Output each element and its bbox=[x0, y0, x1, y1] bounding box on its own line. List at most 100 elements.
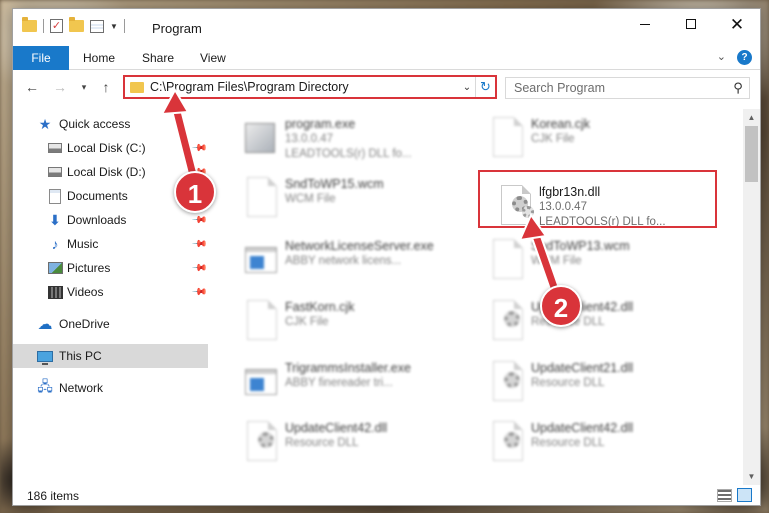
tab-file[interactable]: File bbox=[13, 46, 69, 70]
dll-gear-icon bbox=[241, 421, 277, 465]
file-name: Korean.cjk bbox=[531, 117, 591, 131]
videos-icon bbox=[47, 284, 63, 300]
tiles-view-icon[interactable] bbox=[737, 488, 752, 502]
file-description: LEADTOOLS(r) DLL fo... bbox=[285, 148, 412, 160]
tab-home[interactable]: Home bbox=[83, 46, 115, 70]
tab-share[interactable]: Share bbox=[142, 46, 174, 70]
sidebar-item-quick-access[interactable]: ★ Quick access bbox=[13, 112, 208, 136]
exe-icon bbox=[241, 117, 277, 161]
scrollbar-thumb[interactable] bbox=[745, 126, 758, 182]
scroll-down-arrow-icon[interactable]: ▼ bbox=[743, 468, 760, 485]
scroll-up-arrow-icon[interactable]: ▲ bbox=[743, 109, 760, 126]
file-item[interactable]: program.exe 13.0.0.47 LEADTOOLS(r) DLL f… bbox=[235, 113, 475, 171]
sidebar-item-label: OneDrive bbox=[59, 317, 110, 331]
pin-icon[interactable]: 📌 bbox=[191, 236, 208, 253]
pin-icon[interactable]: 📌 bbox=[191, 260, 208, 277]
pin-icon[interactable]: 📌 bbox=[191, 212, 208, 229]
sidebar-item-music[interactable]: ♪ Music 📌 bbox=[13, 232, 208, 256]
toolbar-divider bbox=[43, 19, 44, 33]
file-item[interactable]: UpdateClient42.dll Resource DLL bbox=[481, 417, 721, 471]
file-item[interactable]: Korean.cjk CJK File bbox=[481, 113, 721, 171]
close-button[interactable]: ✕ bbox=[714, 9, 760, 39]
back-arrow-icon[interactable]: ← bbox=[23, 77, 41, 97]
network-icon: 🖧 bbox=[37, 378, 53, 394]
address-dropdown-icon[interactable]: ⌄ bbox=[459, 82, 475, 93]
file-name: SndToWP13.wcm bbox=[531, 239, 630, 253]
application-icon bbox=[241, 239, 277, 283]
customize-toolbar-icon[interactable]: ▼ bbox=[110, 22, 118, 31]
title-bar: ✓ ▼ Program ✕ bbox=[13, 9, 760, 46]
address-path[interactable]: C:\Program Files\Program Directory bbox=[150, 80, 459, 94]
sidebar-item-downloads[interactable]: ⬇ Downloads 📌 bbox=[13, 208, 208, 232]
file-item[interactable]: UpdateClient42.dll Resource DLL bbox=[235, 417, 475, 471]
target-file-highlight bbox=[478, 170, 717, 228]
file-item[interactable]: SndToWP13.wcm WCM File bbox=[481, 235, 721, 293]
file-version: 13.0.0.47 bbox=[285, 133, 333, 145]
computer-icon bbox=[37, 348, 53, 365]
search-input[interactable]: Search Program bbox=[506, 81, 727, 95]
details-view-icon[interactable] bbox=[717, 489, 732, 502]
new-folder-icon[interactable] bbox=[69, 17, 84, 32]
recent-locations-chevron-icon[interactable]: ▾ bbox=[75, 77, 93, 97]
application-icon bbox=[241, 361, 277, 405]
file-item[interactable]: NetworkLicenseServer.exe ABBY network li… bbox=[235, 235, 475, 293]
download-icon: ⬇ bbox=[49, 211, 61, 228]
maximize-button[interactable] bbox=[668, 9, 714, 39]
file-name: SndToWP15.wcm bbox=[285, 177, 384, 191]
search-icon[interactable]: ⚲ bbox=[727, 80, 749, 96]
file-item[interactable]: UpdateClient21.dll Resource DLL bbox=[481, 357, 721, 415]
file-explorer-window: ✓ ▼ Program ✕ File Home Share View ⌄ ? ←… bbox=[12, 8, 761, 506]
address-bar[interactable]: C:\Program Files\Program Directory ⌄ ↻ bbox=[123, 75, 497, 99]
minimize-icon bbox=[640, 23, 650, 25]
properties-icon[interactable] bbox=[90, 19, 104, 33]
maximize-icon bbox=[686, 19, 696, 29]
up-arrow-icon[interactable]: ↑ bbox=[97, 77, 115, 97]
sidebar-item-network[interactable]: 🖧 Network bbox=[13, 376, 208, 400]
vertical-scrollbar[interactable]: ▲ ▼ bbox=[743, 109, 760, 485]
properties-check-icon[interactable]: ✓ bbox=[50, 19, 63, 33]
file-description: ABBY finereader tri... bbox=[285, 377, 393, 389]
file-type: Resource DLL bbox=[531, 377, 605, 389]
help-icon[interactable]: ? bbox=[737, 50, 752, 65]
pin-icon[interactable]: 📌 bbox=[191, 140, 208, 157]
file-item[interactable]: FastKorn.cjk CJK File bbox=[235, 296, 475, 354]
documents-icon bbox=[47, 188, 63, 204]
navigation-pane: ★ Quick access Local Disk (C:) 📌 Local D… bbox=[13, 109, 208, 455]
sidebar-item-local-disk-c[interactable]: Local Disk (C:) 📌 bbox=[13, 136, 208, 160]
sidebar-item-onedrive[interactable]: ☁ OneDrive bbox=[13, 312, 208, 336]
star-icon: ★ bbox=[38, 115, 52, 132]
file-item[interactable]: UpdateClient42.dll Resource DLL bbox=[481, 296, 721, 354]
refresh-icon[interactable]: ↻ bbox=[475, 77, 495, 97]
minimize-button[interactable] bbox=[622, 9, 668, 39]
sidebar-item-label: Local Disk (D:) bbox=[67, 165, 146, 179]
sidebar-item-this-pc[interactable]: This PC bbox=[13, 344, 208, 368]
ribbon-tabs: File Home Share View ⌄ ? bbox=[13, 46, 760, 70]
file-item[interactable]: SndToWP15.wcm WCM File bbox=[235, 173, 475, 231]
dll-gear-icon bbox=[487, 300, 523, 344]
cloud-icon: ☁ bbox=[37, 316, 53, 333]
search-box[interactable]: Search Program ⚲ bbox=[505, 77, 750, 99]
callout-step-1: 1 bbox=[174, 171, 216, 213]
file-list: program.exe 13.0.0.47 LEADTOOLS(r) DLL f… bbox=[209, 109, 742, 471]
sidebar-item-label: Local Disk (C:) bbox=[67, 141, 146, 155]
folder-icon bbox=[22, 17, 37, 32]
file-name: NetworkLicenseServer.exe bbox=[285, 239, 434, 253]
status-bar: 186 items bbox=[13, 485, 760, 507]
forward-arrow-icon[interactable]: → bbox=[51, 77, 69, 97]
item-count: 186 items bbox=[27, 489, 80, 503]
sidebar-item-videos[interactable]: Videos 📌 bbox=[13, 280, 208, 304]
tab-view[interactable]: View bbox=[200, 46, 226, 70]
file-type: Resource DLL bbox=[285, 437, 359, 449]
pin-icon[interactable]: 📌 bbox=[191, 284, 208, 301]
close-icon: ✕ bbox=[729, 14, 745, 34]
file-item[interactable]: TrigrammsInstaller.exe ABBY finereader t… bbox=[235, 357, 475, 415]
sidebar-item-label: Downloads bbox=[67, 213, 127, 227]
expand-ribbon-icon[interactable]: ⌄ bbox=[717, 50, 726, 63]
quick-access-toolbar: ✓ ▼ bbox=[22, 17, 125, 33]
file-type: CJK File bbox=[285, 316, 329, 328]
toolbar-divider bbox=[123, 19, 125, 33]
sidebar-item-pictures[interactable]: Pictures 📌 bbox=[13, 256, 208, 280]
file-icon bbox=[487, 239, 523, 283]
pictures-icon bbox=[47, 260, 63, 276]
file-type: WCM File bbox=[285, 193, 336, 205]
